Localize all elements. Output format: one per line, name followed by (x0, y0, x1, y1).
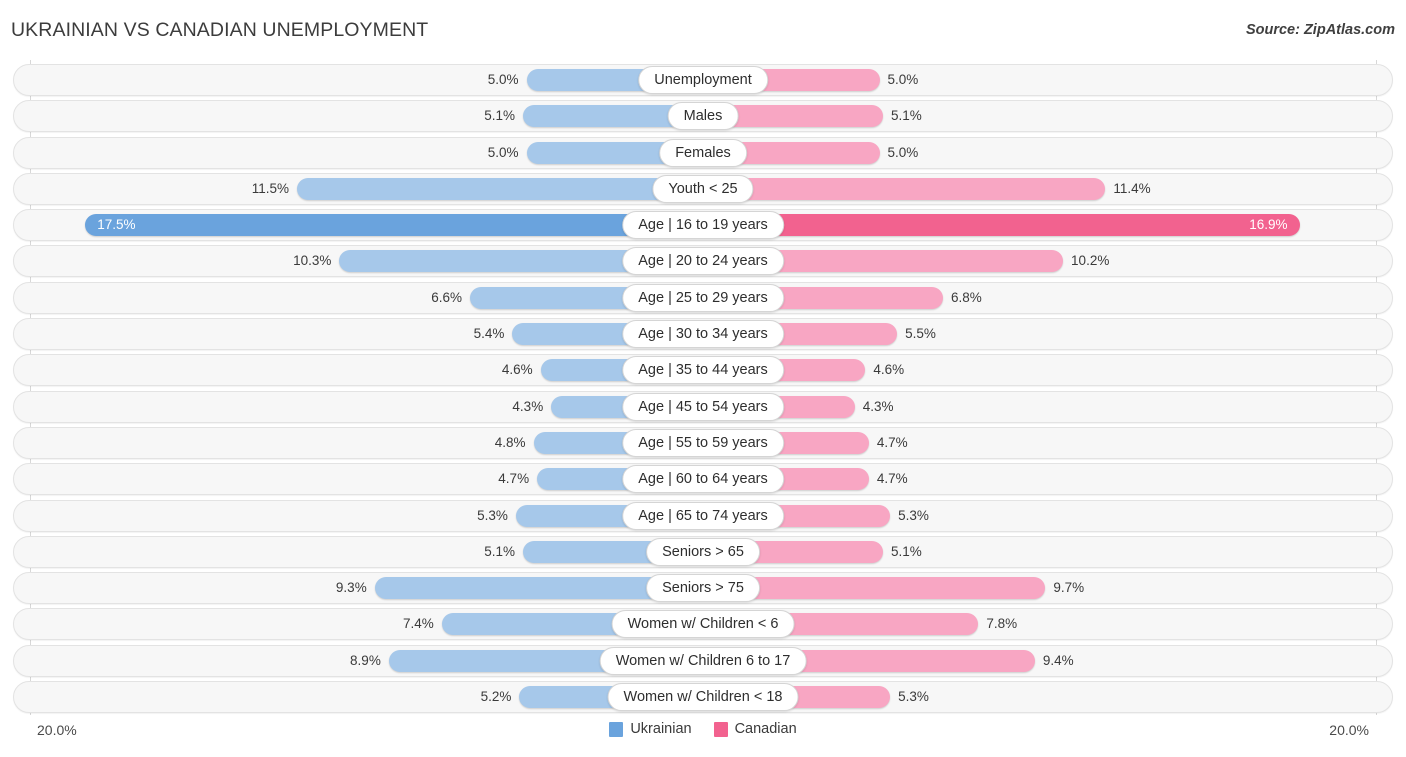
value-label-ukrainian: 11.5% (251, 180, 290, 196)
value-label-canadian: 10.2% (1071, 253, 1110, 269)
bar-row: 8.9% 9.4% Women w/ Children 6 to 17 (0, 644, 1406, 677)
legend-swatch-icon (713, 721, 728, 737)
value-label-ukrainian: 4.7% (498, 471, 530, 487)
category-label-pill[interactable]: Males (667, 102, 739, 131)
value-label-ukrainian: 4.6% (501, 362, 533, 378)
value-label-canadian: 9.7% (1053, 580, 1085, 596)
bar-row: 5.1% 5.1% Seniors > 65 (0, 535, 1406, 568)
value-label-canadian: 5.1% (891, 543, 922, 559)
category-label-pill[interactable]: Age | 20 to 24 years (622, 247, 784, 276)
value-label-canadian: 5.0% (887, 144, 919, 160)
category-label-pill[interactable]: Age | 30 to 34 years (622, 320, 784, 349)
value-label-ukrainian: 5.0% (487, 144, 519, 160)
bar-row: 4.6% 4.6% Age | 35 to 44 years (0, 354, 1406, 387)
bar-rows: 5.0% 5.0% Unemployment 5.1% 5.1% Males 5.0% 5.0… (0, 64, 1406, 717)
value-label-canadian: 4.7% (876, 434, 908, 450)
value-label-canadian: 4.7% (876, 471, 908, 487)
category-label-pill[interactable]: Unemployment (638, 66, 768, 94)
bar-canadian[interactable] (703, 177, 1106, 200)
value-label-canadian: 9.4% (1042, 652, 1074, 668)
legend-swatch-icon (609, 721, 624, 737)
category-label-pill[interactable]: Age | 16 to 19 years (622, 211, 784, 240)
value-label-canadian: 16.9% (1249, 217, 1288, 233)
category-label-pill[interactable]: Seniors > 65 (646, 537, 760, 566)
value-label-ukrainian: 6.6% (431, 289, 463, 305)
value-label-ukrainian: 8.9% (350, 652, 381, 668)
legend-label: Ukrainian (630, 721, 692, 737)
value-label-canadian: 5.3% (898, 507, 929, 523)
category-label-pill[interactable]: Women w/ Children < 18 (607, 683, 799, 712)
bar-row: 4.7% 4.7% Age | 60 to 64 years (0, 463, 1406, 496)
legend-item[interactable]: Canadian (713, 721, 797, 737)
value-label-ukrainian: 5.2% (480, 689, 512, 705)
bar-ukrainian[interactable] (85, 214, 703, 237)
bar-row: 10.3% 10.2% Age | 20 to 24 years (0, 245, 1406, 278)
category-label-pill[interactable]: Age | 45 to 54 years (622, 392, 784, 421)
category-label-pill[interactable]: Age | 35 to 44 years (622, 356, 784, 385)
value-label-ukrainian: 5.1% (484, 108, 515, 124)
bar-row: 4.3% 4.3% Age | 45 to 54 years (0, 390, 1406, 423)
page-title: UKRAINIAN VS CANADIAN UNEMPLOYMENT (11, 19, 429, 41)
value-label-ukrainian: 4.8% (494, 434, 526, 450)
value-label-ukrainian: 10.3% (293, 253, 332, 269)
value-label-ukrainian: 9.3% (335, 580, 367, 596)
value-label-canadian: 5.1% (891, 108, 922, 124)
plot-area: 5.0% 5.0% Unemployment 5.1% 5.1% Males 5.0% 5.0… (0, 60, 1406, 720)
bar-row: 5.1% 5.1% Males (0, 100, 1406, 133)
chart-footer: 20.0% 20.0% Ukrainian Canadian (0, 718, 1406, 752)
bar-row: 5.0% 5.0% Females (0, 136, 1406, 169)
value-label-ukrainian: 5.4% (473, 326, 505, 342)
value-label-ukrainian: 5.0% (487, 72, 519, 87)
value-label-canadian: 4.3% (862, 398, 894, 414)
chart-root: UKRAINIAN VS CANADIAN UNEMPLOYMENT Sourc… (0, 0, 1406, 757)
category-label-pill[interactable]: Age | 60 to 64 years (622, 465, 784, 494)
value-label-canadian: 5.3% (898, 689, 929, 705)
bar-row: 11.5% 11.4% Youth < 25 (0, 172, 1406, 205)
bar-row: 9.3% 9.7% Seniors > 75 (0, 572, 1406, 605)
value-label-ukrainian: 4.3% (512, 398, 544, 414)
value-label-ukrainian: 17.5% (97, 217, 136, 233)
chart-header: UKRAINIAN VS CANADIAN UNEMPLOYMENT Sourc… (0, 0, 1406, 60)
bar-ukrainian[interactable] (297, 177, 703, 200)
value-label-ukrainian: 5.3% (477, 507, 508, 523)
category-label-pill[interactable]: Women w/ Children 6 to 17 (599, 646, 807, 675)
category-label-pill[interactable]: Females (659, 138, 747, 167)
category-label-pill[interactable]: Seniors > 75 (646, 574, 760, 603)
value-label-ukrainian: 7.4% (402, 616, 434, 632)
bar-row: 6.6% 6.8% Age | 25 to 29 years (0, 281, 1406, 314)
value-label-canadian: 5.5% (905, 326, 936, 342)
value-label-ukrainian: 5.1% (484, 543, 515, 559)
category-label-pill[interactable]: Age | 55 to 59 years (622, 428, 784, 457)
category-label-pill[interactable]: Age | 65 to 74 years (622, 501, 784, 530)
bar-row: 5.3% 5.3% Age | 65 to 74 years (0, 499, 1406, 532)
value-label-canadian: 4.6% (873, 362, 905, 378)
bar-row: 5.0% 5.0% Unemployment (0, 64, 1406, 96)
bar-row: 4.8% 4.7% Age | 55 to 59 years (0, 426, 1406, 459)
bar-row: 7.4% 7.8% Women w/ Children < 6 (0, 608, 1406, 641)
value-label-canadian: 6.8% (951, 289, 982, 305)
category-label-pill[interactable]: Youth < 25 (652, 174, 754, 203)
legend: Ukrainian Canadian (0, 721, 1406, 737)
bar-row: 5.2% 5.3% Women w/ Children < 18 (0, 681, 1406, 714)
category-label-pill[interactable]: Age | 25 to 29 years (622, 283, 784, 312)
value-label-canadian: 5.0% (887, 72, 919, 87)
legend-label: Canadian (734, 721, 797, 737)
value-label-canadian: 7.8% (986, 616, 1018, 632)
bar-row: 17.5% 16.9% Age | 16 to 19 years (0, 209, 1406, 242)
legend-item[interactable]: Ukrainian (609, 721, 692, 737)
source-attribution: Source: ZipAtlas.com (1245, 22, 1395, 38)
category-label-pill[interactable]: Women w/ Children < 6 (611, 610, 795, 639)
bar-row: 5.4% 5.5% Age | 30 to 34 years (0, 318, 1406, 351)
value-label-canadian: 11.4% (1113, 180, 1151, 196)
